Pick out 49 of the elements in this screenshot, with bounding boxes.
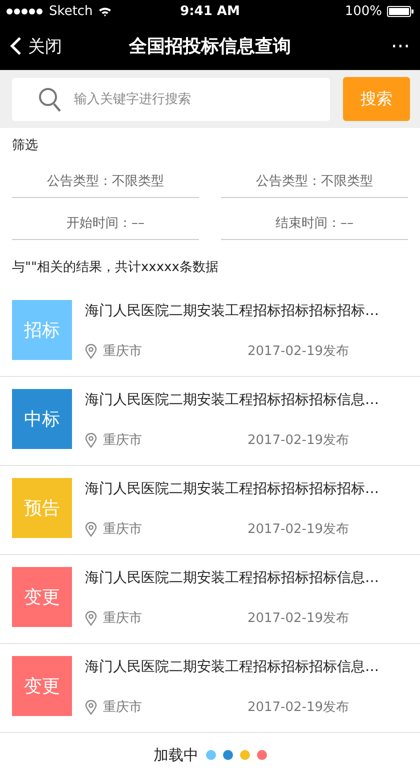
result-summary: 与""相关的结果，共计xxxxx条数据 <box>12 259 220 276</box>
item-title: 海门人民医院二期安装工程招标招标招标信息… <box>85 391 379 409</box>
battery-percent: 100% <box>344 4 382 18</box>
item-location: 重庆市 <box>103 699 142 716</box>
filter-dropdown[interactable]: 结束时间：–– <box>221 198 408 240</box>
wifi-icon <box>98 6 112 16</box>
filter-dropdown[interactable]: 开始时间：–– <box>12 198 199 240</box>
filter-dropdown[interactable]: 公告类型：不限类型 <box>221 156 408 198</box>
item-date: 2017-02-19发布 <box>247 432 349 449</box>
category-tag: 变更 <box>12 567 72 627</box>
item-title: 海门人民医院二期安装工程招标招标招标信息… <box>85 658 379 676</box>
chevron-left-icon <box>10 36 22 56</box>
item-date: 2017-02-19发布 <box>247 343 349 360</box>
search-field[interactable]: 输入关键字进行搜索 <box>12 78 330 120</box>
location-pin-icon <box>85 344 97 358</box>
back-button[interactable]: 关闭 <box>10 34 90 58</box>
item-location: 重庆市 <box>103 610 142 627</box>
more-button[interactable]: ··· <box>330 34 410 58</box>
battery-icon <box>386 6 414 16</box>
page-title: 全国招投标信息查询 <box>129 35 291 58</box>
result-item[interactable]: 预告 海门人民医院二期安装工程招标招标招标招标… 重庆市 2017-02-19发布 <box>0 466 420 555</box>
filter-label: 筛选 <box>12 137 39 154</box>
item-title: 海门人民医院二期安装工程招标招标招标信息… <box>85 569 379 587</box>
status-time: 9:41 AM <box>180 4 240 18</box>
item-location: 重庆市 <box>103 521 142 538</box>
location-pin-icon <box>85 432 97 448</box>
result-item[interactable]: 招标 海门人民医院二期安装工程招标招标招标招标… 重庆市 2017-02-19发布 <box>0 288 420 377</box>
carrier-name: Sketch <box>49 4 93 18</box>
category-tag: 变更 <box>12 656 72 716</box>
item-date: 2017-02-19发布 <box>247 699 349 716</box>
category-tag: 招标 <box>12 300 72 360</box>
item-date: 2017-02-19发布 <box>247 610 349 627</box>
loading-label: 加载中 <box>154 746 198 764</box>
item-title: 海门人民医院二期安装工程招标招标招标招标… <box>85 302 379 320</box>
result-item[interactable]: 中标 海门人民医院二期安装工程招标招标招标信息… 重庆市 2017-02-19发布 <box>0 377 420 466</box>
item-location: 重庆市 <box>103 432 142 449</box>
signal-icon <box>6 8 44 14</box>
location-pin-icon <box>85 522 97 536</box>
category-tag: 中标 <box>12 389 72 449</box>
location-pin-icon <box>85 610 97 626</box>
category-tag: 预告 <box>12 478 72 538</box>
result-item[interactable]: 变更 海门人民医院二期安装工程招标招标招标信息… 重庆市 2017-02-19发布 <box>0 555 420 644</box>
search-icon <box>38 86 62 112</box>
item-title: 海门人民医院二期安装工程招标招标招标招标… <box>85 480 379 498</box>
filter-dropdown[interactable]: 公告类型：不限类型 <box>12 156 199 198</box>
result-item[interactable]: 变更 海门人民医院二期安装工程招标招标招标信息… 重庆市 2017-02-19发布 <box>0 644 420 733</box>
location-pin-icon <box>85 700 97 714</box>
item-date: 2017-02-19发布 <box>247 521 349 538</box>
item-location: 重庆市 <box>103 343 142 360</box>
